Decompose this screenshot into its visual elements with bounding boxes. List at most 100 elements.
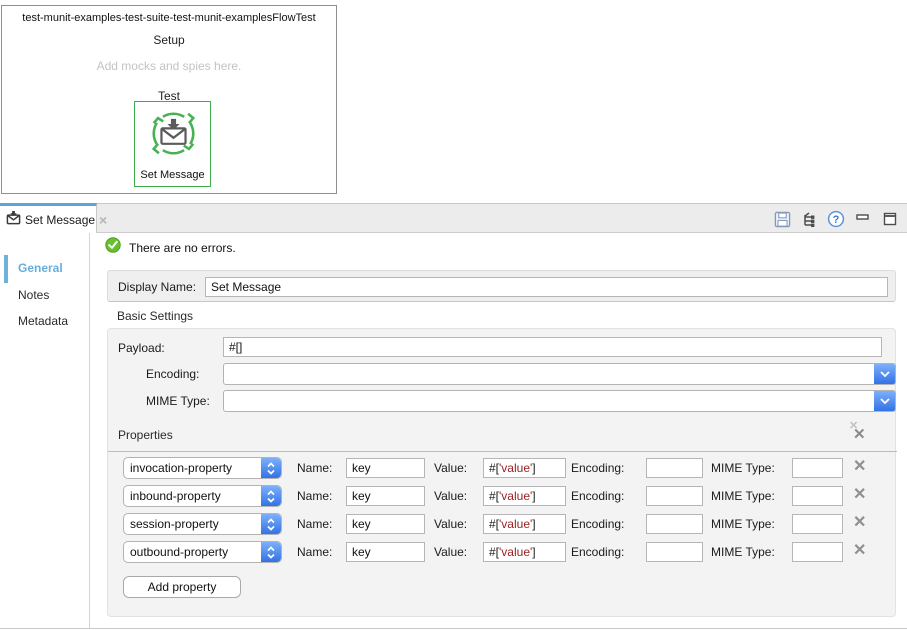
value-input[interactable]: #['value']	[483, 458, 566, 478]
property-row: outbound-property Name: key Value: #['va…	[108, 541, 897, 563]
green-check-icon	[105, 237, 121, 258]
name-input[interactable]: key	[346, 514, 425, 534]
row-encoding-label: Encoding:	[571, 517, 624, 531]
set-message-component[interactable]: Set Message	[134, 101, 211, 187]
chevron-down-icon[interactable]	[874, 391, 895, 411]
updown-chevron-icon	[261, 514, 281, 534]
value-input[interactable]: #['value']	[483, 514, 566, 534]
sidebar-item-notes[interactable]: Notes	[18, 288, 49, 302]
delete-row-icon[interactable]: ✕	[853, 487, 866, 503]
mime-type-combobox[interactable]	[223, 390, 896, 412]
tree-outline-icon[interactable]	[800, 210, 818, 228]
updown-chevron-icon	[261, 458, 281, 478]
value-inner: 'value'	[499, 461, 532, 475]
help-icon[interactable]: ?	[827, 210, 845, 228]
row-mime-label: MIME Type:	[711, 517, 775, 531]
properties-divider	[108, 451, 897, 452]
munit-properties-view: test-munit-examples-test-suite-test-muni…	[0, 0, 907, 630]
property-type-dropdown[interactable]: session-property	[123, 513, 282, 535]
row-encoding-label: Encoding:	[571, 461, 624, 475]
sidebar-item-metadata[interactable]: Metadata	[18, 314, 68, 328]
name-label: Name:	[297, 461, 332, 475]
tab-set-message[interactable]: Set Message ×	[0, 203, 97, 234]
row-encoding-label: Encoding:	[571, 545, 624, 559]
value-label: Value:	[434, 517, 467, 531]
property-row: invocation-property Name: key Value: #['…	[108, 457, 897, 479]
value-suffix: ]	[532, 489, 535, 503]
value-inner: 'value'	[499, 545, 532, 559]
display-name-label: Display Name:	[118, 280, 196, 294]
setup-placeholder: Add mocks and spies here.	[2, 59, 336, 73]
display-name-panel: Display Name: Set Message	[107, 270, 896, 302]
maximize-icon[interactable]	[881, 210, 899, 228]
property-type-dropdown[interactable]: invocation-property	[123, 457, 282, 479]
row-encoding-input[interactable]	[646, 486, 703, 506]
row-mime-input[interactable]	[792, 542, 843, 562]
value-prefix: #[	[489, 461, 499, 475]
properties-header: Properties	[118, 428, 173, 442]
component-label: Set Message	[135, 169, 210, 181]
delete-all-icon[interactable]: ✕✕	[849, 422, 871, 444]
display-name-input[interactable]: Set Message	[205, 277, 888, 297]
name-input[interactable]: key	[346, 458, 425, 478]
encoding-combobox[interactable]	[223, 363, 896, 385]
value-label: Value:	[434, 545, 467, 559]
value-input[interactable]: #['value']	[483, 542, 566, 562]
basic-settings-panel: Payload: #[] Encoding: MIME Type: Proper…	[107, 328, 896, 617]
name-label: Name:	[297, 517, 332, 531]
value-suffix: ]	[532, 545, 535, 559]
value-input[interactable]: #['value']	[483, 486, 566, 506]
encoding-label: Encoding:	[146, 367, 199, 381]
save-icon[interactable]	[773, 210, 791, 228]
status-row: There are no errors.	[105, 237, 236, 258]
property-type-dropdown[interactable]: inbound-property	[123, 485, 282, 507]
name-input[interactable]: key	[346, 486, 425, 506]
row-encoding-input[interactable]	[646, 542, 703, 562]
payload-input[interactable]: #[]	[223, 337, 882, 357]
encoding-value	[224, 364, 874, 384]
property-type-value: session-property	[124, 514, 261, 534]
flow-title: test-munit-examples-test-suite-test-muni…	[2, 12, 336, 24]
property-row: inbound-property Name: key Value: #['val…	[108, 485, 897, 507]
row-mime-label: MIME Type:	[711, 461, 775, 475]
name-input[interactable]: key	[346, 542, 425, 562]
value-prefix: #[	[489, 545, 499, 559]
active-item-marker	[4, 255, 8, 283]
delete-row-icon[interactable]: ✕	[853, 459, 866, 475]
row-mime-input[interactable]	[792, 458, 843, 478]
properties-tab-bar: Set Message ×	[0, 203, 907, 233]
tab-close-icon[interactable]: ×	[99, 213, 107, 227]
row-encoding-label: Encoding:	[571, 489, 624, 503]
tab-label: Set Message	[25, 213, 95, 227]
property-type-dropdown[interactable]: outbound-property	[123, 541, 282, 563]
minimize-icon[interactable]	[854, 210, 872, 228]
payload-label: Payload:	[118, 341, 165, 355]
property-type-value: invocation-property	[124, 458, 261, 478]
add-property-button[interactable]: Add property	[123, 576, 241, 598]
chevron-down-icon[interactable]	[874, 364, 895, 384]
delete-row-icon[interactable]: ✕	[853, 543, 866, 559]
flow-canvas: test-munit-examples-test-suite-test-muni…	[1, 5, 337, 194]
row-mime-input[interactable]	[792, 514, 843, 534]
properties-content: General Notes Metadata There are no erro…	[0, 233, 907, 629]
setup-section-label: Setup	[2, 33, 336, 47]
value-label: Value:	[434, 461, 467, 475]
value-suffix: ]	[532, 461, 535, 475]
svg-text:?: ?	[833, 214, 840, 226]
properties-sidebar: General Notes Metadata	[0, 233, 90, 628]
mime-type-label: MIME Type:	[146, 394, 210, 408]
sidebar-item-general[interactable]: General	[18, 261, 63, 275]
updown-chevron-icon	[261, 486, 281, 506]
status-message: There are no errors.	[129, 241, 236, 255]
name-label: Name:	[297, 545, 332, 559]
mime-type-value	[224, 391, 874, 411]
value-prefix: #[	[489, 517, 499, 531]
set-message-envelope-icon	[146, 106, 201, 166]
delete-row-icon[interactable]: ✕	[853, 515, 866, 531]
updown-chevron-icon	[261, 542, 281, 562]
property-type-value: outbound-property	[124, 542, 261, 562]
value-suffix: ]	[532, 517, 535, 531]
row-encoding-input[interactable]	[646, 458, 703, 478]
row-mime-input[interactable]	[792, 486, 843, 506]
row-encoding-input[interactable]	[646, 514, 703, 534]
